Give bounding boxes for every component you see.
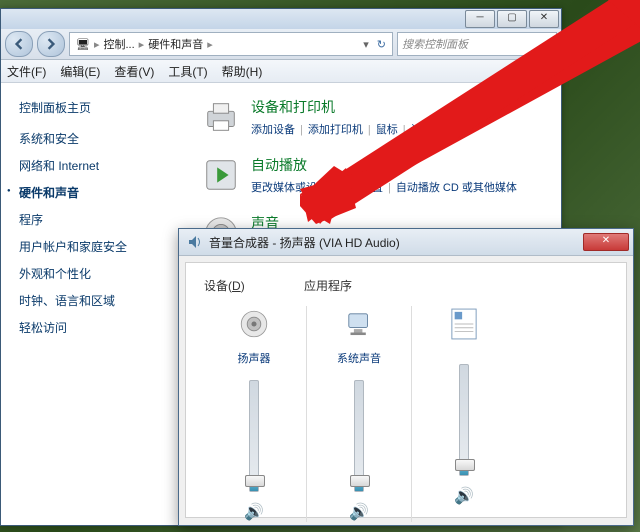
mixer-col-speakers: 扬声器 🔊 [204, 306, 304, 522]
menubar: 文件(F) 编辑(E) 查看(V) 工具(T) 帮助(H) [1, 60, 561, 83]
menu-edit[interactable]: 编辑(E) [60, 63, 100, 80]
menu-help[interactable]: 帮助(H) [222, 63, 263, 80]
category-autoplay: 自动播放 更改媒体或设备的默认设置|自动播放 CD 或其他媒体 [201, 155, 551, 197]
mixer-header: 设备(D) 应用程序 [204, 277, 608, 294]
app-icon[interactable] [446, 306, 482, 342]
minimize-button[interactable]: ─ [465, 10, 495, 28]
menu-view[interactable]: 查看(V) [114, 63, 154, 80]
maximize-button[interactable]: ▢ [497, 10, 527, 28]
volume-mixer-window: 音量合成器 - 扬声器 (VIA HD Audio) ✕ 设备(D) 应用程序 … [178, 228, 634, 526]
device-label[interactable]: 系统声音 [337, 350, 381, 366]
titlebar: 音量合成器 - 扬声器 (VIA HD Audio) ✕ [179, 229, 633, 256]
category-title[interactable]: 自动播放 [251, 155, 551, 175]
sidebar-item-clock[interactable]: 时钟、语言和区域 [19, 292, 183, 309]
arrow-right-icon [45, 38, 57, 50]
link-change-default[interactable]: 更改媒体或设备的默认设置 [251, 182, 383, 194]
section-device-label: 设备 [204, 279, 228, 293]
link-add-device[interactable]: 添加设备 [251, 124, 295, 136]
autoplay-icon [201, 155, 241, 195]
sidebar-item-system[interactable]: 系统和安全 [19, 130, 183, 147]
mute-button[interactable]: 🔊 [349, 502, 369, 522]
breadcrumb-item[interactable]: 控制... [104, 36, 135, 52]
system-sounds-icon[interactable] [341, 306, 377, 342]
navbar: 🖥 ▸ 控制... ▸ 硬件和声音 ▸ ▾ ↻ 搜索控制面板 [1, 29, 561, 60]
sidebar-item-appearance[interactable]: 外观和个性化 [19, 265, 183, 282]
mixer-col-app: 🔊 [414, 306, 514, 522]
dropdown-icon[interactable]: ▾ [363, 38, 369, 51]
sidebar-item-network[interactable]: 网络和 Internet [19, 157, 183, 174]
device-label[interactable]: 扬声器 [238, 350, 271, 366]
sidebar: 控制面板主页 系统和安全 网络和 Internet 硬件和声音 程序 用户帐户和… [1, 83, 193, 525]
link-device-mgr[interactable]: 设备管理器 [411, 124, 466, 136]
breadcrumb-item[interactable]: 硬件和声音 [148, 36, 203, 52]
category-links: 添加设备|添加打印机|鼠标|设备管理器 [251, 121, 551, 139]
forward-button[interactable] [37, 31, 65, 57]
mute-button[interactable]: 🔊 [454, 486, 474, 506]
search-input[interactable]: 搜索控制面板 [397, 32, 557, 56]
back-button[interactable] [5, 31, 33, 57]
refresh-icon[interactable]: ↻ [377, 38, 386, 51]
titlebar: ─ ▢ ✕ [1, 9, 561, 29]
category-links: 更改媒体或设备的默认设置|自动播放 CD 或其他媒体 [251, 179, 551, 197]
breadcrumb-icon: 🖥 [76, 38, 90, 51]
sidebar-item-ease[interactable]: 轻松访问 [19, 319, 183, 336]
arrow-left-icon [13, 38, 25, 50]
speaker-icon [187, 234, 203, 250]
window-title: 音量合成器 - 扬声器 (VIA HD Audio) [209, 234, 581, 251]
category-title[interactable]: 设备和打印机 [251, 97, 551, 117]
volume-slider[interactable] [249, 380, 259, 492]
mixer-body: 设备(D) 应用程序 扬声器 🔊 系统声音 [185, 262, 627, 518]
volume-slider[interactable] [354, 380, 364, 492]
sidebar-item-programs[interactable]: 程序 [19, 211, 183, 228]
section-apps-label: 应用程序 [304, 277, 352, 294]
address-bar[interactable]: 🖥 ▸ 控制... ▸ 硬件和声音 ▸ ▾ ↻ [69, 32, 393, 56]
category-devices: 设备和打印机 添加设备|添加打印机|鼠标|设备管理器 [201, 97, 551, 139]
sidebar-item-hardware-sound[interactable]: 硬件和声音 [19, 184, 183, 201]
sidebar-header[interactable]: 控制面板主页 [19, 99, 183, 116]
printer-icon [201, 97, 241, 137]
link-add-printer[interactable]: 添加打印机 [308, 124, 363, 136]
sidebar-item-accounts[interactable]: 用户帐户和家庭安全 [19, 238, 183, 255]
close-button[interactable]: ✕ [583, 233, 629, 251]
menu-tools[interactable]: 工具(T) [168, 63, 207, 80]
mixer-col-system-sounds: 系统声音 🔊 [309, 306, 409, 522]
menu-file[interactable]: 文件(F) [7, 63, 46, 80]
mixer-columns: 扬声器 🔊 系统声音 🔊 [204, 306, 608, 522]
link-mouse[interactable]: 鼠标 [376, 124, 398, 136]
speaker-device-icon[interactable] [236, 306, 272, 342]
volume-slider[interactable] [459, 364, 469, 476]
link-autoplay-cd[interactable]: 自动播放 CD 或其他媒体 [396, 182, 517, 194]
close-button[interactable]: ✕ [529, 10, 559, 28]
mute-button[interactable]: 🔊 [244, 502, 264, 522]
